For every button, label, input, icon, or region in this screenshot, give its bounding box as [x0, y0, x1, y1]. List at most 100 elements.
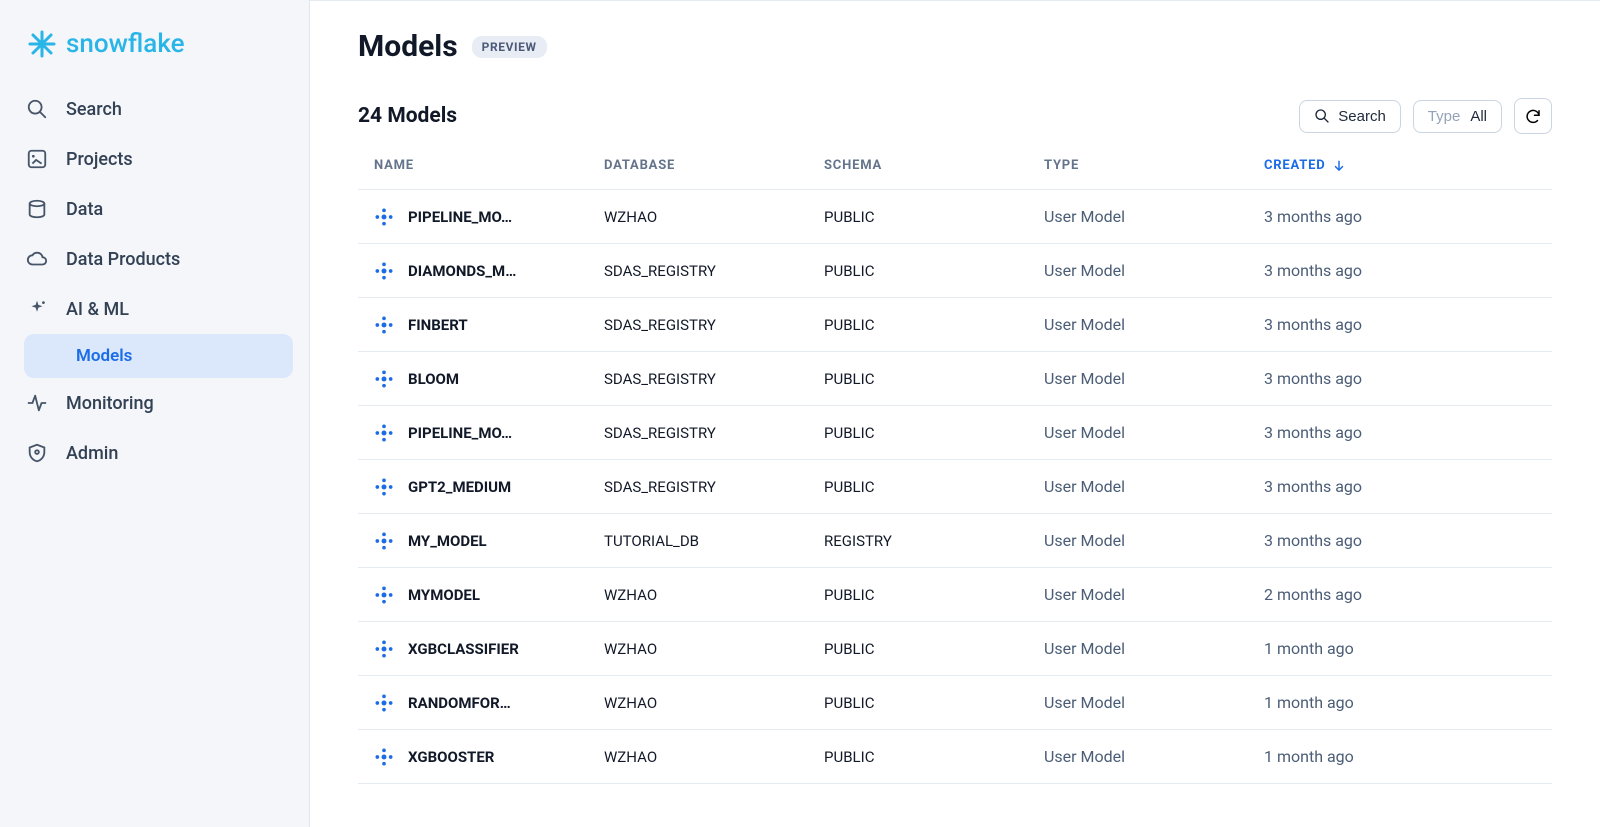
cell-name: PIPELINE_MO…	[374, 423, 604, 443]
model-name-text: MY_MODEL	[408, 532, 487, 550]
cell-name: RANDOMFOR…	[374, 693, 604, 713]
cell-database: SDAS_REGISTRY	[604, 370, 824, 388]
cell-schema: PUBLIC	[824, 316, 1044, 334]
table-row[interactable]: XGBOOSTER WZHAO PUBLIC User Model 1 mont…	[358, 730, 1552, 784]
sidebar-item-ai-ml[interactable]: AI & ML	[12, 284, 297, 334]
cell-created: 1 month ago	[1264, 747, 1536, 766]
cell-name: GPT2_MEDIUM	[374, 477, 604, 497]
cell-database: WZHAO	[604, 640, 824, 658]
table-row[interactable]: FINBERT SDAS_REGISTRY PUBLIC User Model …	[358, 298, 1552, 352]
sidebar-item-monitoring[interactable]: Monitoring	[12, 378, 297, 428]
table-row[interactable]: MY_MODEL TUTORIAL_DB REGISTRY User Model…	[358, 514, 1552, 568]
sidebar-item-label: Projects	[66, 149, 133, 170]
sidebar-item-admin[interactable]: Admin	[12, 428, 297, 478]
model-name-text: BLOOM	[408, 370, 459, 388]
table-row[interactable]: DIAMONDS_M… SDAS_REGISTRY PUBLIC User Mo…	[358, 244, 1552, 298]
cell-database: SDAS_REGISTRY	[604, 316, 824, 334]
cell-schema: PUBLIC	[824, 262, 1044, 280]
table-row[interactable]: PIPELINE_MO… WZHAO PUBLIC User Model 3 m…	[358, 190, 1552, 244]
cell-name: MYMODEL	[374, 585, 604, 605]
cell-name: XGBOOSTER	[374, 747, 604, 767]
sidebar-item-label: Monitoring	[66, 393, 154, 414]
cell-schema: PUBLIC	[824, 748, 1044, 766]
col-schema[interactable]: SCHEMA	[824, 158, 1044, 173]
col-name[interactable]: NAME	[374, 158, 604, 173]
sidebar-item-data-products[interactable]: Data Products	[12, 234, 297, 284]
sidebar-item-label: Admin	[66, 443, 118, 464]
cell-database: WZHAO	[604, 694, 824, 712]
model-name-text: PIPELINE_MO…	[408, 208, 512, 226]
search-icon	[26, 98, 48, 120]
sidebar: snowflake Search Projects Data Data Product…	[0, 0, 310, 827]
table-row[interactable]: MYMODEL WZHAO PUBLIC User Model 2 months…	[358, 568, 1552, 622]
cell-type: User Model	[1044, 261, 1264, 280]
preview-badge: PREVIEW	[472, 36, 547, 58]
cell-database: TUTORIAL_DB	[604, 532, 824, 550]
cell-schema: PUBLIC	[824, 640, 1044, 658]
cell-schema: PUBLIC	[824, 208, 1044, 226]
cell-name: MY_MODEL	[374, 531, 604, 551]
sidebar-subitem-models[interactable]: Models	[24, 334, 293, 378]
model-icon	[374, 531, 394, 551]
model-icon	[374, 315, 394, 335]
cell-created: 3 months ago	[1264, 261, 1536, 280]
cell-type: User Model	[1044, 207, 1264, 226]
cell-created: 3 months ago	[1264, 207, 1536, 226]
cell-schema: REGISTRY	[824, 532, 1044, 550]
table-row[interactable]: XGBCLASSIFIER WZHAO PUBLIC User Model 1 …	[358, 622, 1552, 676]
model-name-text: MYMODEL	[408, 586, 480, 604]
sidebar-item-label: Data	[66, 199, 103, 220]
data-icon	[26, 198, 48, 220]
refresh-button[interactable]	[1514, 98, 1552, 134]
cell-database: WZHAO	[604, 208, 824, 226]
model-icon	[374, 585, 394, 605]
sidebar-item-projects[interactable]: Projects	[12, 134, 297, 184]
cell-database: SDAS_REGISTRY	[604, 478, 824, 496]
type-filter-button[interactable]: Type All	[1413, 100, 1502, 133]
sidebar-item-search[interactable]: Search	[12, 84, 297, 134]
cell-type: User Model	[1044, 639, 1264, 658]
table-row[interactable]: GPT2_MEDIUM SDAS_REGISTRY PUBLIC User Mo…	[358, 460, 1552, 514]
toolbar-actions: Search Type All	[1299, 98, 1552, 134]
cell-type: User Model	[1044, 315, 1264, 334]
model-name-text: GPT2_MEDIUM	[408, 478, 511, 496]
model-name-text: RANDOMFOR…	[408, 694, 511, 712]
cell-type: User Model	[1044, 369, 1264, 388]
model-name-text: XGBOOSTER	[408, 748, 494, 766]
table-row[interactable]: RANDOMFOR… WZHAO PUBLIC User Model 1 mon…	[358, 676, 1552, 730]
model-name-text: DIAMONDS_M…	[408, 262, 516, 280]
cell-created: 3 months ago	[1264, 477, 1536, 496]
models-table: NAME DATABASE SCHEMA TYPE CREATED PIPELI…	[358, 142, 1552, 784]
refresh-icon	[1524, 107, 1542, 125]
sparkle-icon	[26, 298, 48, 320]
cell-schema: PUBLIC	[824, 694, 1044, 712]
sidebar-item-label: Data Products	[66, 249, 180, 270]
brand-logo[interactable]: snowflake	[12, 20, 297, 84]
cell-name: PIPELINE_MO…	[374, 207, 604, 227]
col-database[interactable]: DATABASE	[604, 158, 824, 173]
sidebar-item-label: AI & ML	[66, 299, 129, 320]
projects-icon	[26, 148, 48, 170]
col-created[interactable]: CREATED	[1264, 158, 1536, 173]
cell-created: 3 months ago	[1264, 531, 1536, 550]
sidebar-item-data[interactable]: Data	[12, 184, 297, 234]
cloud-icon	[26, 248, 48, 270]
cell-type: User Model	[1044, 477, 1264, 496]
table-body: PIPELINE_MO… WZHAO PUBLIC User Model 3 m…	[358, 190, 1552, 784]
cell-schema: PUBLIC	[824, 424, 1044, 442]
col-type[interactable]: TYPE	[1044, 158, 1264, 173]
cell-schema: PUBLIC	[824, 586, 1044, 604]
page-header: Models PREVIEW	[358, 29, 1552, 64]
search-button[interactable]: Search	[1299, 100, 1401, 133]
cell-type: User Model	[1044, 423, 1264, 442]
model-name-text: PIPELINE_MO…	[408, 424, 512, 442]
type-filter-prefix: Type	[1428, 108, 1461, 125]
model-icon	[374, 261, 394, 281]
model-name-text: FINBERT	[408, 316, 468, 334]
cell-created: 3 months ago	[1264, 315, 1536, 334]
model-count: 24 Models	[358, 104, 457, 128]
table-row[interactable]: BLOOM SDAS_REGISTRY PUBLIC User Model 3 …	[358, 352, 1552, 406]
table-row[interactable]: PIPELINE_MO… SDAS_REGISTRY PUBLIC User M…	[358, 406, 1552, 460]
model-icon	[374, 369, 394, 389]
cell-name: DIAMONDS_M…	[374, 261, 604, 281]
